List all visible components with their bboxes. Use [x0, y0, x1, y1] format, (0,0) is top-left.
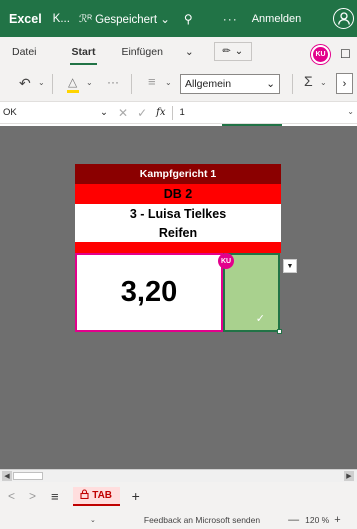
collaborator-cell-badge: KU: [218, 253, 234, 269]
document-name[interactable]: K... ℛᴿ Gespeichert ⌄: [53, 12, 170, 26]
signin-link[interactable]: Anmelden: [252, 13, 302, 25]
document-title: K...: [52, 12, 70, 25]
chevron-down-icon[interactable]: ⌄: [90, 516, 96, 524]
zoom-in-icon[interactable]: +: [334, 514, 340, 526]
sheet-list-icon[interactable]: ≡: [51, 489, 59, 504]
share-icon: ℛᴿ: [78, 12, 93, 25]
scroll-left-icon[interactable]: ◀: [2, 471, 12, 481]
tab-datei[interactable]: Datei: [10, 46, 39, 58]
ribbon-scroll-right-button[interactable]: ›: [336, 73, 353, 94]
tab-einfuegen[interactable]: Einfügen: [119, 46, 164, 58]
chevron-down-icon: ⌄: [234, 46, 244, 57]
zoom-out-icon[interactable]: —: [288, 514, 299, 526]
athlete-cell[interactable]: 3 - Luisa Tielkes: [75, 204, 281, 223]
separator-row[interactable]: [75, 242, 281, 253]
divider: [292, 74, 293, 94]
autosum-chevron-icon[interactable]: ⌄: [320, 78, 327, 87]
score-board: Kampfgericht 1 DB 2 3 - Luisa Tielkes Re…: [75, 164, 282, 334]
apparatus-cell[interactable]: Reifen: [75, 223, 281, 242]
title-bar: Excel K... ℛᴿ Gespeichert ⌄ ⚲ ··· Anmeld…: [0, 0, 357, 37]
divider: [52, 74, 53, 94]
expand-formula-chevron-icon[interactable]: ⌄: [347, 107, 354, 116]
ribbon-toolbar: ↶ ⌄ △ ⌄ ··· ≡ ⌄ Allgemein ⌄ Σ ⌄ ›: [0, 66, 357, 102]
sheet-tab[interactable]: TAB: [72, 486, 120, 506]
fill-color-bar: [67, 90, 79, 93]
draw-pen-button[interactable]: ✏ ⌄: [213, 42, 252, 61]
more-format-icon[interactable]: ···: [107, 75, 119, 89]
align-chevron-icon[interactable]: ⌄: [165, 78, 172, 87]
name-box[interactable]: OK ⌄: [0, 107, 114, 118]
account-icon[interactable]: [333, 8, 354, 29]
chevron-down-icon: ⌄: [160, 13, 170, 26]
autosum-icon[interactable]: Σ: [304, 73, 313, 89]
search-icon[interactable]: ⚲: [184, 12, 193, 26]
chevron-down-icon: ⌄: [266, 78, 275, 90]
align-icon[interactable]: ≡: [148, 74, 156, 89]
scroll-right-icon[interactable]: ▶: [344, 471, 354, 481]
feedback-link[interactable]: Feedback an Microsoft senden: [144, 515, 260, 525]
undo-icon[interactable]: ↶: [19, 75, 31, 92]
sheet-tab-label: TAB: [92, 489, 113, 501]
add-sheet-icon[interactable]: +: [132, 488, 140, 504]
scroll-thumb[interactable]: [13, 472, 43, 480]
apparatus-code-cell[interactable]: DB 2: [75, 184, 281, 204]
formula-input[interactable]: 1: [179, 107, 184, 118]
judge-panel-title[interactable]: Kampfgericht 1: [75, 164, 281, 184]
ribbon-tabs: Datei Start Einfügen ⌄ ✏ ⌄: [0, 37, 357, 66]
confirm-icon[interactable]: ✓: [137, 106, 147, 120]
app-name[interactable]: Excel: [9, 12, 42, 26]
horizontal-scrollbar[interactable]: ◀ ▶: [0, 469, 357, 482]
sheet-tab-bar: < > ≡ TAB +: [0, 482, 357, 510]
prev-sheet-icon[interactable]: <: [8, 489, 15, 503]
number-format-value: Allgemein: [185, 78, 232, 90]
comment-icon[interactable]: ☐: [340, 47, 351, 61]
next-sheet-icon[interactable]: >: [29, 489, 36, 503]
zoom-level[interactable]: 120 %: [305, 515, 329, 525]
checkmark-icon: ✓: [255, 313, 265, 325]
status-bar: ⌄ Feedback an Microsoft senden — 120 % +: [0, 510, 357, 529]
lock-icon: [80, 488, 89, 502]
chevron-down-icon: ⌄: [100, 107, 108, 118]
score-cell[interactable]: 3,20: [75, 253, 223, 332]
fill-color-chevron-icon[interactable]: ⌄: [86, 78, 93, 87]
undo-chevron-icon[interactable]: ⌄: [38, 78, 45, 87]
tab-start[interactable]: Start: [69, 46, 98, 65]
more-options-button[interactable]: ···: [223, 12, 238, 26]
tabs-overflow-chevron-icon[interactable]: ⌄: [183, 46, 196, 58]
number-format-select[interactable]: Allgemein ⌄: [180, 74, 280, 94]
fill-handle[interactable]: [277, 329, 282, 334]
pen-icon: ✏: [222, 46, 231, 57]
formula-bar: OK ⌄ ✕ ✓ fx 1 ⌄: [0, 102, 357, 124]
dropdown-arrow-icon[interactable]: ▼: [283, 259, 297, 273]
fill-color-icon[interactable]: △: [68, 75, 77, 89]
name-box-value: OK: [3, 107, 17, 118]
collaborator-avatar[interactable]: KU: [311, 45, 330, 64]
divider: [172, 105, 174, 120]
cancel-icon[interactable]: ✕: [118, 106, 128, 120]
function-icon[interactable]: fx: [156, 107, 165, 118]
save-status: Gespeichert ⌄: [95, 13, 170, 26]
divider: [131, 74, 132, 94]
